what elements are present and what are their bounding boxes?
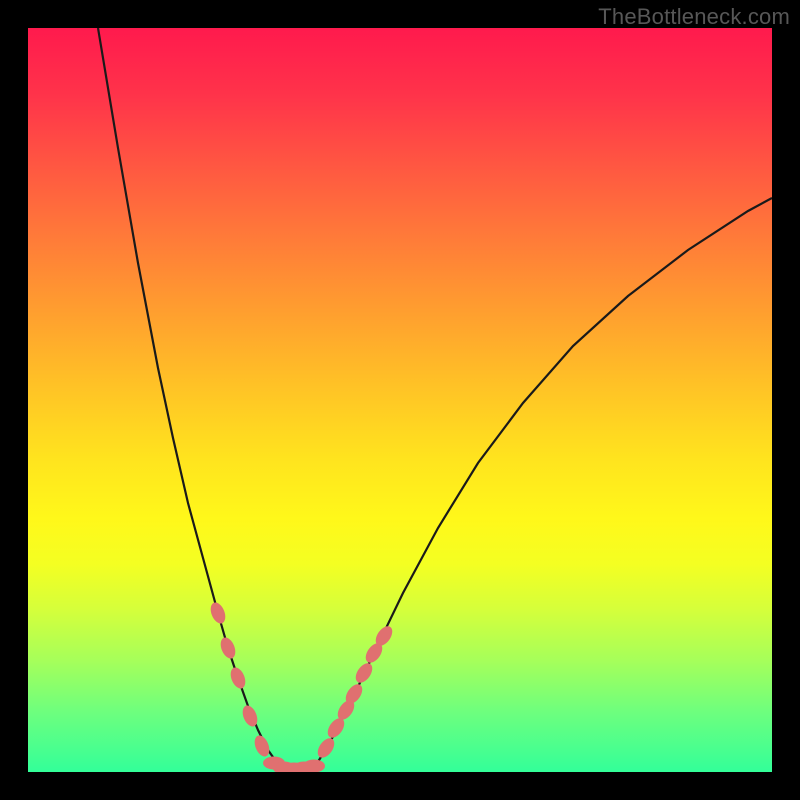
curve-bead <box>252 733 272 758</box>
curve-bead <box>218 635 238 660</box>
bottleneck-curve <box>28 28 772 772</box>
bead-group <box>208 600 396 772</box>
chart-stage: TheBottleneck.com <box>0 0 800 800</box>
watermark-text: TheBottleneck.com <box>598 4 790 30</box>
curve-bead <box>228 665 248 690</box>
curve-bead <box>314 735 337 760</box>
curve-bead <box>303 760 325 773</box>
curve-bead <box>240 703 260 728</box>
curve-bead <box>208 600 228 625</box>
curve-bead <box>352 660 375 685</box>
plot-area <box>28 28 772 772</box>
curve-path <box>98 28 772 770</box>
